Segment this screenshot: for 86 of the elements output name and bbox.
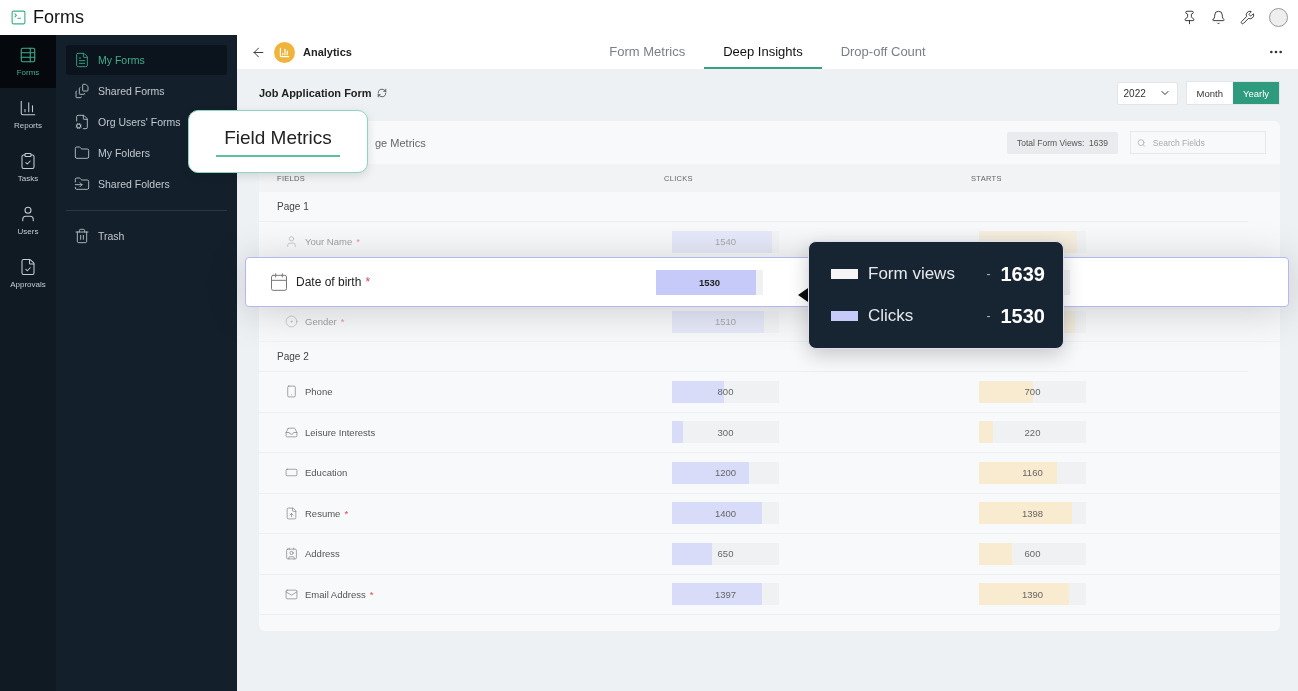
user-icon <box>19 205 37 223</box>
starts-value: 1398 <box>1020 506 1045 521</box>
clicks-value: 1200 <box>713 466 738 481</box>
rail-item[interactable]: Tasks <box>0 141 56 194</box>
field-name: Date of birth <box>296 275 362 289</box>
field-name: Your Name <box>305 236 353 247</box>
rail-item[interactable]: Forms <box>0 35 56 88</box>
clicks-value: 800 <box>716 385 735 400</box>
starts-value: 1390 <box>1020 587 1045 602</box>
nav-item[interactable]: Shared Folders <box>66 169 174 199</box>
nav-item[interactable]: Trash <box>66 221 129 251</box>
search-icon <box>1137 137 1146 148</box>
phone-icon <box>285 385 298 399</box>
field-name: Education <box>305 467 348 479</box>
legend-label: Form views <box>868 264 956 284</box>
tab[interactable]: Form Metrics <box>590 35 705 69</box>
bar-chart-icon <box>19 99 37 117</box>
notifications-icon[interactable] <box>1211 10 1226 25</box>
clicks-value: 1540 <box>713 235 738 249</box>
year-select[interactable]: 2022 <box>1116 81 1178 105</box>
radio-icon <box>285 315 298 328</box>
rail-item[interactable]: Users <box>0 194 56 247</box>
nav-item[interactable]: My Forms <box>66 45 227 75</box>
document-check-icon <box>19 258 37 276</box>
field-name: Gender <box>305 316 337 327</box>
folder-icon <box>74 145 90 161</box>
avatar[interactable] <box>1269 8 1288 27</box>
field-name: Resume <box>305 507 341 519</box>
app-title: Forms <box>33 7 84 28</box>
settings-icon[interactable] <box>1240 10 1255 25</box>
legend-value: 1530 <box>1000 304 1045 328</box>
user-icon <box>285 235 298 248</box>
back-button[interactable] <box>251 44 266 60</box>
required-mark: * <box>340 316 345 327</box>
documents-icon <box>74 83 90 99</box>
starts-value: 700 <box>1023 385 1042 400</box>
required-mark: * <box>365 275 371 289</box>
rail-item[interactable]: Reports <box>0 88 56 141</box>
mail-icon <box>285 587 298 601</box>
clicks-value: 1397 <box>713 587 738 602</box>
clicks-value: 300 <box>716 425 735 440</box>
card-heading: ge Metrics <box>375 136 427 149</box>
required-mark: * <box>356 236 360 247</box>
field-name: Address <box>305 548 340 560</box>
refresh-icon[interactable] <box>376 88 387 98</box>
legend-separator: - <box>986 309 991 323</box>
field-name: Email Address <box>305 588 366 600</box>
clipboard-icon <box>19 152 37 170</box>
field-name: Leisure Interests <box>305 426 376 438</box>
legend-label: Clicks <box>868 306 915 326</box>
file-upload-icon <box>285 506 298 520</box>
bar-chart-icon <box>279 46 290 58</box>
group-title: Page 1 <box>259 192 1248 222</box>
clicks-value: 1530 <box>697 275 722 290</box>
calendar-icon <box>269 272 289 292</box>
document-gear-icon <box>74 114 90 130</box>
document-icon <box>74 52 90 68</box>
nav-item[interactable]: Shared Forms <box>66 76 169 106</box>
search-field[interactable]: Search Fields <box>1130 131 1266 154</box>
search-input[interactable]: Search Fields <box>1150 136 1259 149</box>
nav-item[interactable]: Org Users' Forms <box>66 107 185 137</box>
period-button[interactable]: Month <box>1186 82 1233 104</box>
callout-title: Field Metrics <box>216 126 340 157</box>
starts-value: 1160 <box>1021 466 1044 481</box>
tab[interactable]: Deep Insights <box>704 35 822 69</box>
trash-icon <box>74 228 90 244</box>
legend-separator: - <box>986 267 991 281</box>
rail-item[interactable]: Approvals <box>0 247 56 300</box>
starts-value: 220 <box>1023 425 1042 440</box>
required-mark: * <box>344 507 349 519</box>
required-mark: * <box>369 588 374 600</box>
legend-value: 1639 <box>1000 262 1045 286</box>
field-name: Phone <box>305 386 333 398</box>
tray-icon <box>285 425 298 439</box>
clicks-value: 1400 <box>713 506 738 521</box>
starts-value: 600 <box>1023 547 1042 562</box>
page-title: Analytics <box>303 46 352 58</box>
tab[interactable]: Drop-off Count <box>821 35 945 69</box>
folder-icon <box>74 176 90 192</box>
nav-item[interactable]: My Folders <box>66 138 154 168</box>
total-views: Total Form Views: 1639 <box>1006 131 1118 154</box>
clicks-value: 650 <box>716 547 735 562</box>
pin-icon[interactable] <box>1182 10 1197 25</box>
clicks-value: 1510 <box>713 315 738 329</box>
form-name: Job Application Form <box>259 87 372 99</box>
contact-card-icon <box>285 547 298 561</box>
